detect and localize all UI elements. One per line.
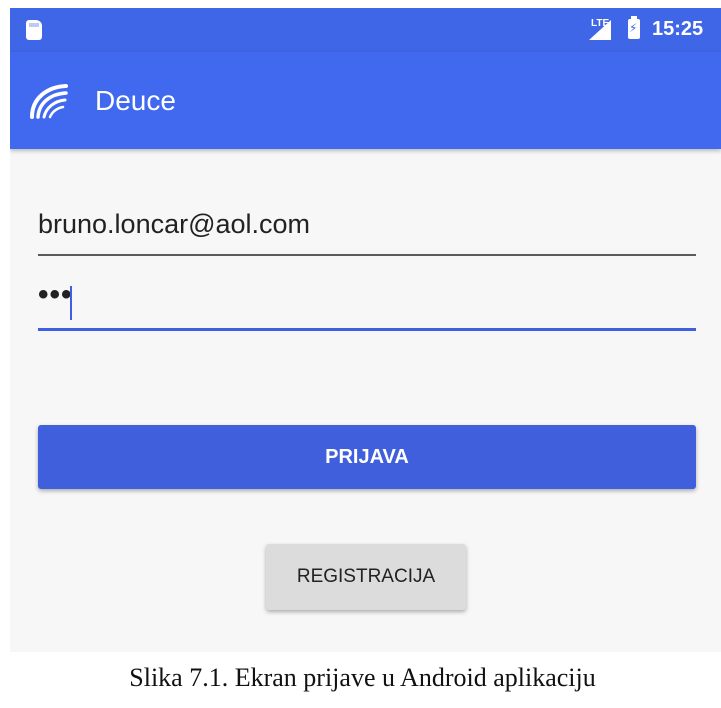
battery-charging-icon bbox=[628, 16, 640, 39]
deuce-logo-icon bbox=[30, 84, 68, 119]
app-bar: Deuce bbox=[10, 52, 721, 149]
network-type-label: LTE bbox=[591, 18, 610, 29]
sd-card-icon bbox=[26, 20, 42, 40]
status-indicators: LTE 15:25 bbox=[531, 8, 721, 52]
app-title: Deuce bbox=[95, 85, 176, 116]
text-cursor bbox=[70, 286, 72, 320]
register-button[interactable]: REGISTRACIJA bbox=[266, 544, 466, 610]
figure-caption: Slika 7.1. Ekran prijave u Android aplik… bbox=[129, 663, 596, 692]
android-screen: LTE 15:25 Deuce ••• PRIJAVA REGISTRACIJA bbox=[10, 8, 721, 652]
login-button[interactable]: PRIJAVA bbox=[38, 425, 696, 489]
status-bar: LTE 15:25 bbox=[10, 8, 721, 52]
email-field[interactable] bbox=[38, 200, 696, 256]
password-field[interactable]: ••• bbox=[38, 276, 696, 331]
figure-caption-area: Slika 7.1. Ekran prijave u Android aplik… bbox=[25, 652, 721, 708]
password-masked-value: ••• bbox=[38, 278, 73, 311]
status-time: 15:25 bbox=[652, 18, 704, 40]
